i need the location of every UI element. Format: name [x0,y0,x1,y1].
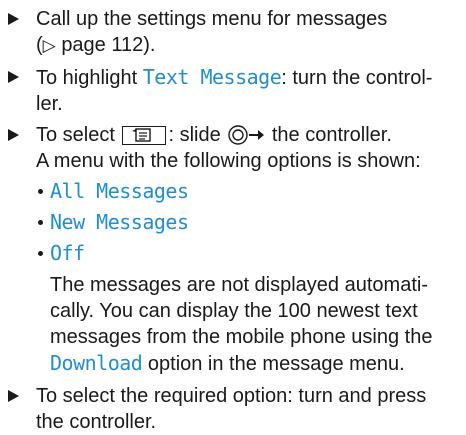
step-4: To select the required option: turn and … [0,383,466,435]
step-2-text-c: ler. [36,93,63,115]
option-label: Off [50,241,85,265]
step-bullet-icon [8,129,19,141]
bullet-dot-icon [38,189,43,194]
step-3-line-1: To select : slide the controller. [36,122,466,148]
option-new-messages: New Messages [0,209,466,236]
step-2-line-2: ler. [36,91,466,117]
step-3-text-a: To select [36,124,121,146]
step-4-line-1: To select the required option: turn and … [36,385,427,407]
menu-item-text-message: Text Message [142,65,282,89]
option-label: New Messages [50,210,189,234]
step-1-paren-close: ). [143,34,156,56]
off-option-note: The messages are not displayed automati-… [0,272,466,377]
option-all-messages: All Messages [0,178,466,205]
note-line-2: cally. You can display the 100 newest te… [50,300,418,322]
step-3-line-2: A menu with the following options is sho… [36,148,466,174]
note-line-4-rest: option in the message menu. [142,353,405,375]
step-1-text: Call up the settings menu for messages [36,8,388,30]
controller-slide-right-icon [228,125,266,145]
note-line-4: Download option in the message menu. [50,350,460,377]
step-bullet-icon [8,13,19,25]
page-ref-triangle-icon: ▷ [42,36,56,55]
step-bullet-icon [8,390,19,402]
step-1-line-2: (▷ page 112). [36,32,466,59]
bullet-dot-icon [38,220,43,225]
option-list: All Messages New Messages Off [0,178,466,267]
phone-message-key-icon [122,126,167,145]
step-2: To highlight Text Message: turn the cont… [0,64,466,117]
option-label: All Messages [50,179,189,203]
step-1-paren-open: ( [36,34,43,56]
step-1: Call up the settings menu for messages (… [0,6,466,59]
step-2-text-b: : turn the control- [281,67,433,89]
step-3: To select : slide the controller. A menu… [0,122,466,174]
bullet-dot-icon [38,251,43,256]
step-2-line-1: To highlight Text Message: turn the cont… [36,64,466,91]
menu-item-download: Download [50,351,143,375]
step-1-line-1: Call up the settings menu for messages [36,6,466,32]
step-bullet-icon [8,71,19,83]
note-line-1: The messages are not displayed automati- [50,274,428,296]
step-3-text-c: the controller. [266,124,392,146]
step-2-text-a: To highlight [36,67,143,89]
step-4-line-2: the controller. [36,411,157,433]
step-3-menu-intro: A menu with the following options is sho… [36,150,421,172]
option-off: Off [0,240,466,267]
page-reference[interactable]: page 112 [61,34,143,56]
step-3-text-b: : slide [168,124,227,146]
note-line-3: messages from the mobile phone using the [50,326,433,348]
manual-page: Call up the settings menu for messages (… [0,0,466,435]
